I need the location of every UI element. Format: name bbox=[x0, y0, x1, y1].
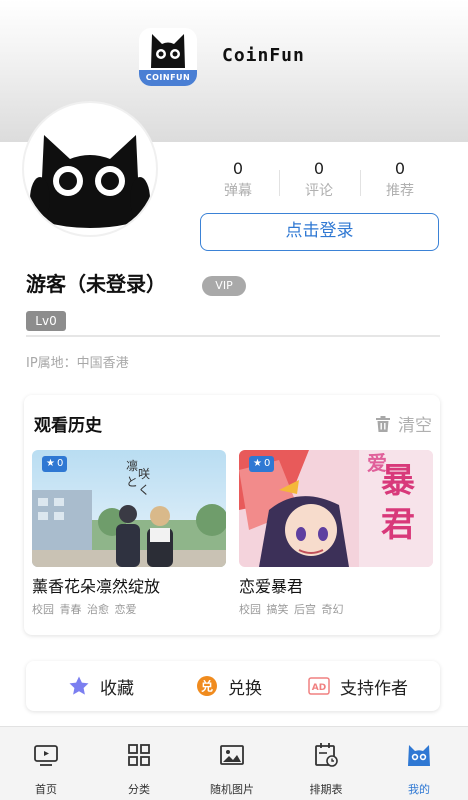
stat-value: 0 bbox=[313, 159, 325, 178]
image-icon bbox=[220, 745, 244, 765]
stat-value: 0 bbox=[394, 159, 406, 178]
login-button[interactable]: 点击登录 bbox=[200, 213, 439, 251]
tv-icon bbox=[34, 745, 58, 766]
divider bbox=[26, 335, 440, 337]
star-icon: ★ bbox=[253, 458, 262, 469]
stat-recommend[interactable]: 0 推荐 bbox=[370, 160, 430, 202]
tab-label: 首页 bbox=[35, 783, 57, 796]
clear-history-button[interactable]: 清空 bbox=[374, 411, 432, 436]
clear-label: 清空 bbox=[398, 416, 432, 436]
svg-text:爱: 爱 bbox=[367, 451, 387, 475]
vip-badge: VIP bbox=[202, 276, 246, 296]
ad-icon: AD bbox=[308, 677, 330, 695]
star-icon bbox=[69, 676, 89, 695]
watch-history-panel: 观看历史 清空 凛 と 咲 く ★ 0 薰香花朵凛然绽放 校园 青春 治愈 恋爱… bbox=[24, 395, 440, 635]
badge-value: 0 bbox=[263, 458, 271, 469]
stat-value: 0 bbox=[232, 159, 244, 178]
svg-text:AD: AD bbox=[312, 683, 326, 693]
history-item-tags: 校园 搞笑 后宫 奇幻 bbox=[239, 603, 344, 616]
history-thumbnail[interactable]: 凛 と 咲 く ★ 0 bbox=[32, 450, 226, 567]
logo-text: COINFUN bbox=[139, 70, 197, 86]
svg-text:凛: 凛 bbox=[126, 458, 138, 473]
star-icon: ★ bbox=[46, 458, 55, 469]
ip-location: IP属地：中国香港 bbox=[26, 356, 129, 371]
tab-schedule[interactable]: 排期表 bbox=[288, 727, 364, 800]
tab-label: 我的 bbox=[408, 783, 430, 796]
history-item-title[interactable]: 恋爱暴君 bbox=[239, 573, 303, 597]
app-name: CoinFun bbox=[222, 45, 305, 66]
level-badge: Lv0 bbox=[26, 311, 66, 331]
cat-avatar-icon bbox=[30, 135, 150, 228]
svg-text:咲: 咲 bbox=[138, 466, 150, 481]
history-thumbnail[interactable]: 暴 君 爱 ★ 0 bbox=[239, 450, 433, 567]
tab-mine[interactable]: 我的 bbox=[381, 727, 457, 800]
quick-actions: 收藏 兑 兑换 AD 支持作者 bbox=[26, 661, 440, 711]
trash-icon bbox=[376, 415, 390, 432]
avatar[interactable] bbox=[24, 103, 156, 235]
stat-label: 弹幕 bbox=[224, 183, 252, 199]
grid-icon bbox=[128, 744, 150, 766]
svg-text:と: と bbox=[126, 475, 138, 489]
tab-label: 排期表 bbox=[309, 783, 343, 796]
tab-label: 分类 bbox=[128, 783, 150, 796]
user-name: 游客（未登录） bbox=[26, 272, 166, 296]
tab-categories[interactable]: 分类 bbox=[101, 727, 177, 800]
history-item-title[interactable]: 薰香花朵凛然绽放 bbox=[32, 573, 160, 597]
history-title: 观看历史 bbox=[34, 416, 102, 436]
svg-text:君: 君 bbox=[381, 505, 415, 545]
svg-text:く: く bbox=[138, 483, 150, 497]
svg-text:兑: 兑 bbox=[201, 679, 213, 694]
schedule-icon bbox=[315, 743, 338, 767]
stat-comments[interactable]: 0 评论 bbox=[289, 160, 349, 202]
action-label: 兑换 bbox=[228, 678, 262, 699]
support-author-button[interactable]: AD 支持作者 bbox=[308, 661, 408, 711]
rating-badge: ★ 0 bbox=[249, 456, 275, 472]
exchange-button[interactable]: 兑 兑换 bbox=[196, 661, 262, 711]
stat-label: 评论 bbox=[305, 183, 333, 199]
tab-home[interactable]: 首页 bbox=[8, 727, 84, 800]
cat-icon bbox=[408, 745, 430, 766]
tab-random-images[interactable]: 随机图片 bbox=[194, 727, 270, 800]
action-label: 收藏 bbox=[100, 678, 134, 699]
bottom-tab-bar: 首页 分类 随机图片 排期表 我的 bbox=[0, 726, 468, 800]
cat-logo-icon bbox=[151, 34, 185, 68]
stat-divider bbox=[279, 170, 280, 196]
stat-divider bbox=[360, 170, 361, 196]
exchange-icon: 兑 bbox=[197, 676, 217, 696]
badge-value: 0 bbox=[56, 458, 64, 469]
app-logo: COINFUN bbox=[139, 28, 197, 86]
history-item-tags: 校园 青春 治愈 恋爱 bbox=[32, 603, 137, 616]
stat-label: 推荐 bbox=[386, 183, 414, 199]
stat-danmaku[interactable]: 0 弹幕 bbox=[208, 160, 268, 202]
tab-label: 随机图片 bbox=[210, 783, 254, 796]
action-label: 支持作者 bbox=[340, 678, 408, 699]
favorites-button[interactable]: 收藏 bbox=[68, 661, 134, 711]
rating-badge: ★ 0 bbox=[42, 456, 68, 472]
